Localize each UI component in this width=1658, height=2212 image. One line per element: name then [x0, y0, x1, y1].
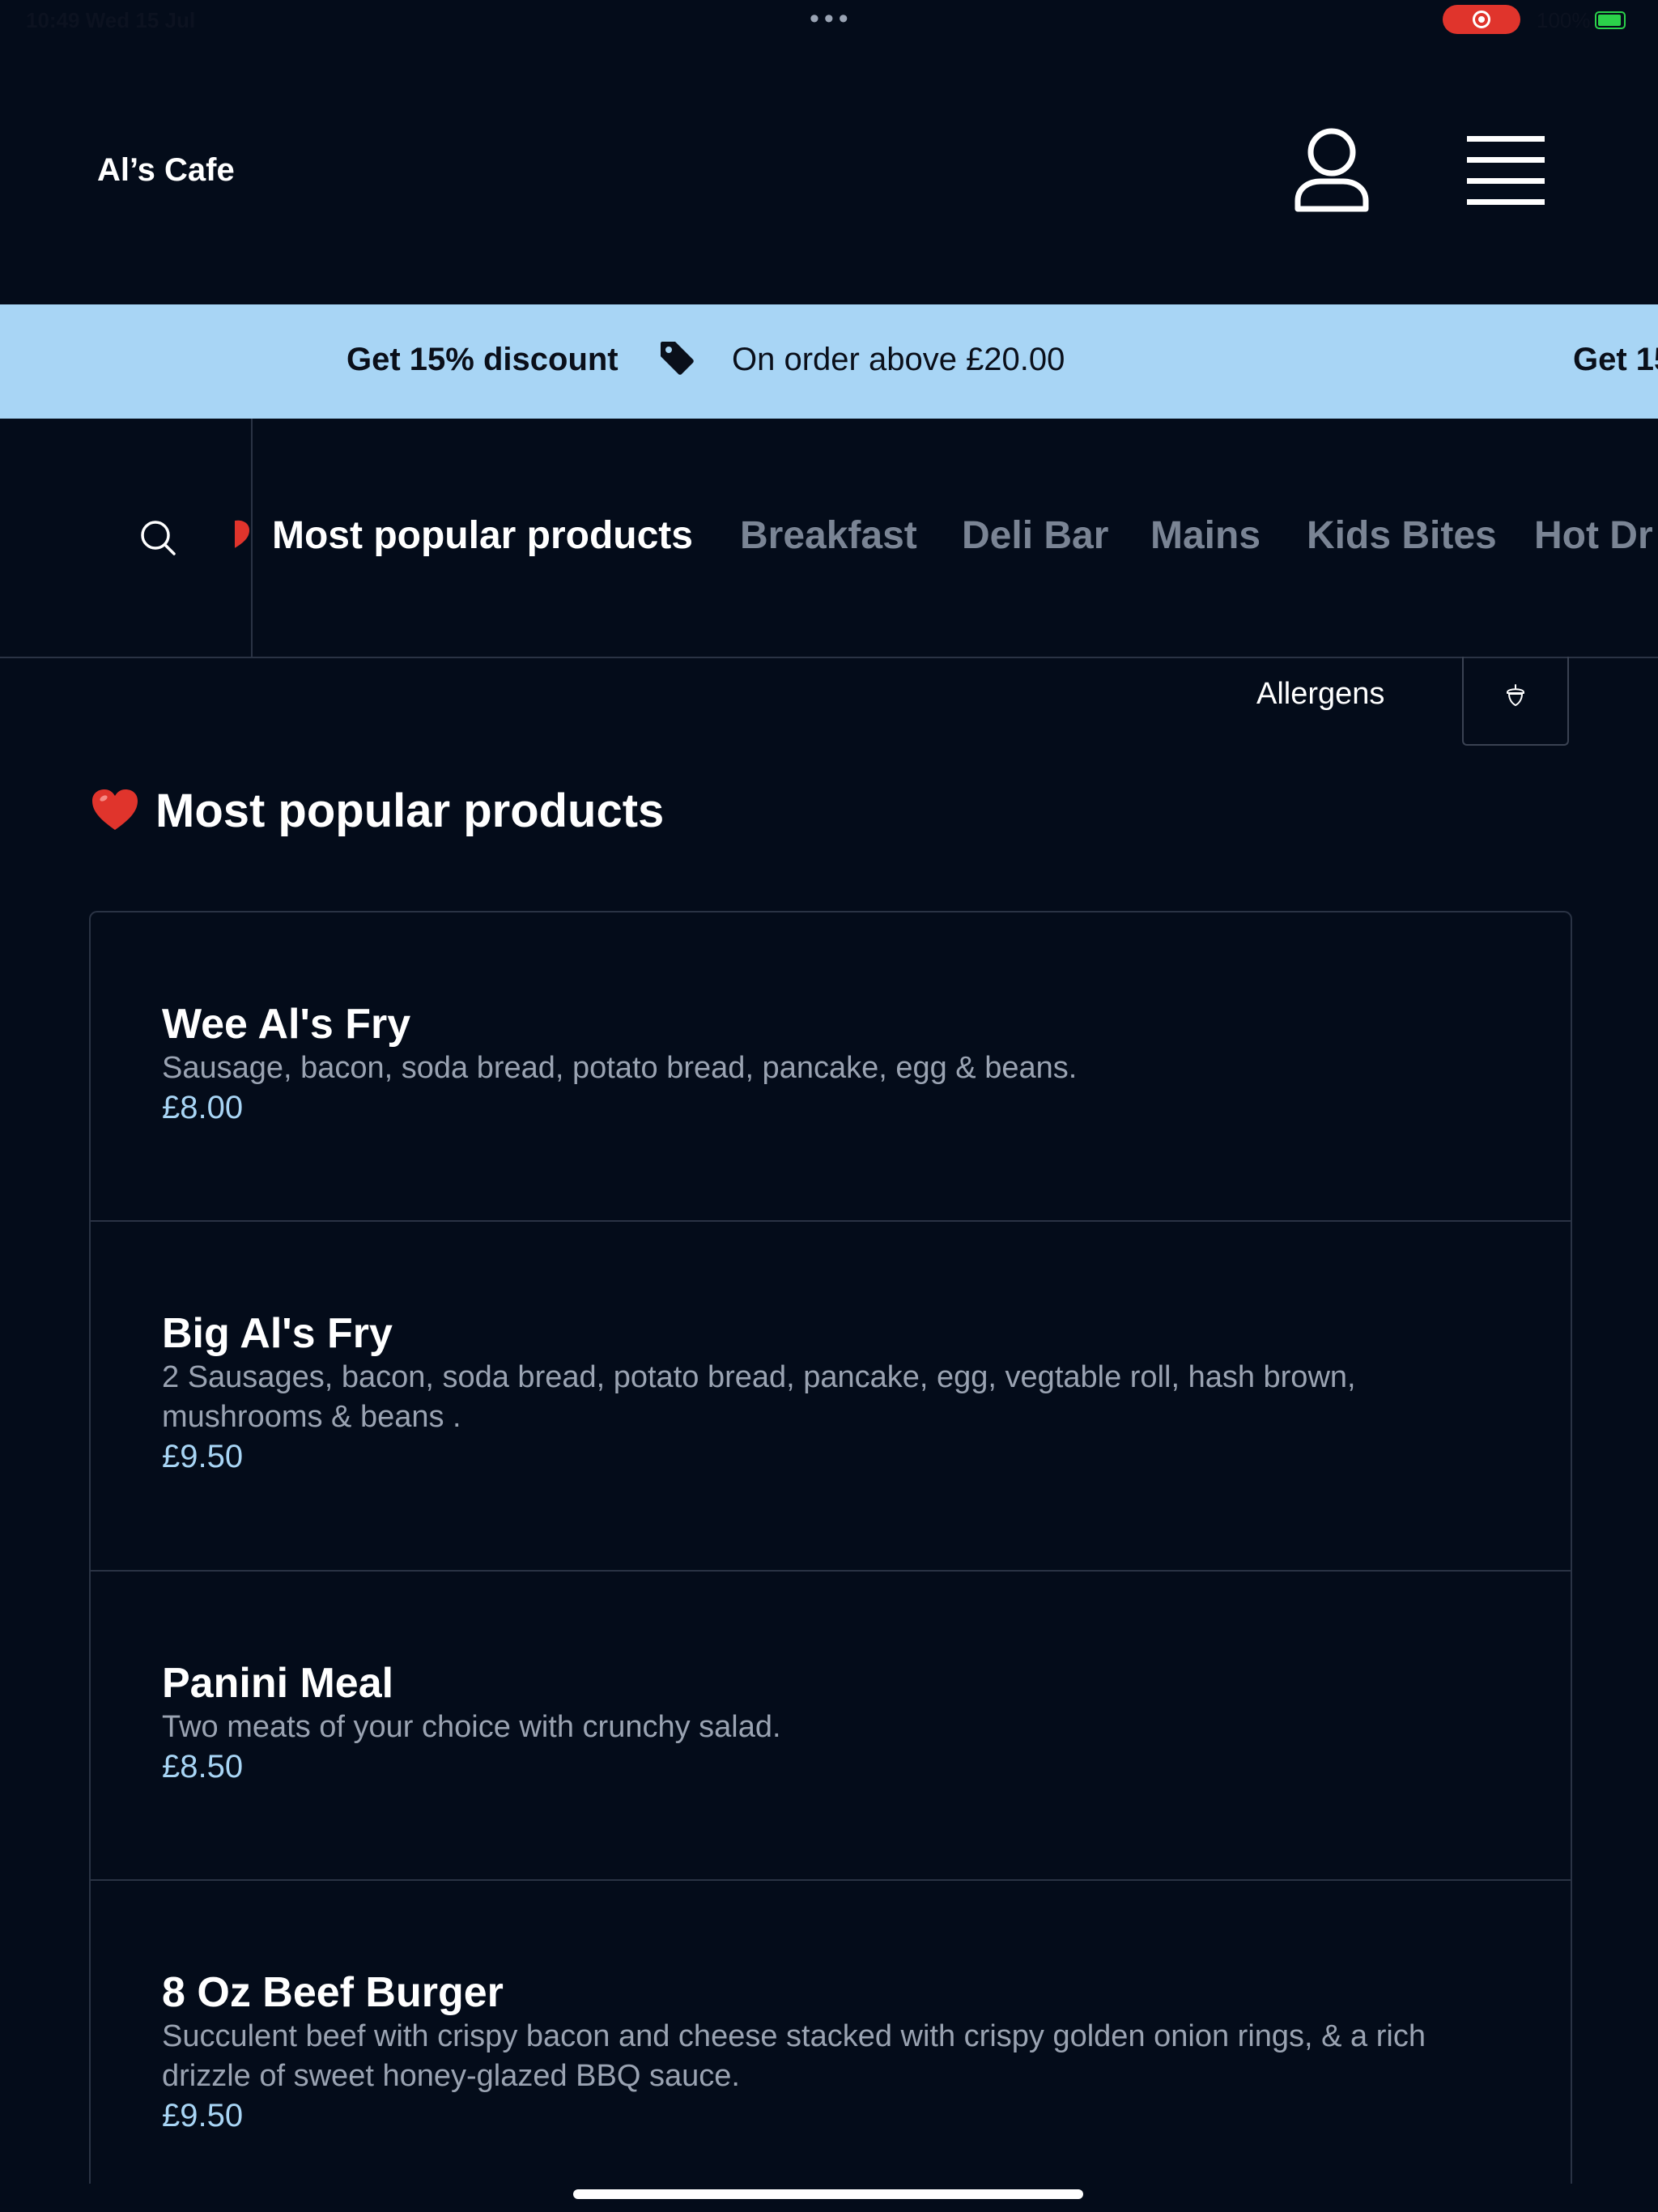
menu-button[interactable]	[1465, 134, 1546, 207]
user-icon	[1295, 128, 1369, 212]
product-description: Two meats of your choice with crunchy sa…	[162, 1710, 781, 1744]
app-header: Al’s Cafe	[0, 39, 1658, 304]
promo-title: Get 15% discount	[346, 342, 619, 377]
product-price: £9.50	[162, 2098, 244, 2133]
status-time: 10:49 Wed 15 Jul	[26, 8, 196, 32]
product-name: 8 Oz Beef Burger	[162, 1969, 504, 2016]
account-button[interactable]	[1291, 126, 1372, 215]
product-description: 2 Sausages, bacon, soda bread, potato br…	[162, 1360, 1356, 1434]
battery-icon	[1595, 11, 1626, 29]
allergens-button[interactable]	[1462, 657, 1569, 746]
search-button[interactable]	[0, 419, 253, 657]
product-list: Wee Al's Fry Sausage, bacon, soda bread,…	[89, 911, 1572, 2184]
home-indicator[interactable]	[573, 2189, 1083, 2199]
brand-name[interactable]: Al’s Cafe	[97, 152, 235, 189]
product-price: £9.50	[162, 1439, 244, 1474]
multitasking-dots-icon[interactable]: •••	[810, 5, 853, 32]
product-name: Big Al's Fry	[162, 1310, 393, 1357]
section-title-text: Most popular products	[155, 785, 665, 837]
product-name: Wee Al's Fry	[162, 1001, 411, 1048]
promo-title-repeat: Get 15	[1573, 342, 1658, 377]
promo-banner: Get 15% discount On order above £20.00 G…	[0, 304, 1658, 419]
tab-breakfast[interactable]: Breakfast	[740, 513, 917, 558]
status-bar: 10:49 Wed 15 Jul ••• 100%	[0, 0, 1658, 39]
category-nav: Most popular products Breakfast Deli Bar…	[0, 419, 1658, 658]
heart-icon	[92, 789, 138, 830]
product-description: Sausage, bacon, soda bread, potato bread…	[162, 1051, 1078, 1085]
heart-icon	[235, 520, 249, 548]
tab-deli-bar[interactable]: Deli Bar	[962, 513, 1108, 558]
hamburger-menu-icon	[1467, 136, 1545, 205]
promo-text: On order above £20.00	[732, 342, 1065, 377]
section-title: Most popular products	[91, 784, 664, 838]
tab-hot-drinks[interactable]: Hot Dr	[1534, 513, 1653, 558]
product-card[interactable]: 8 Oz Beef Burger Succulent beef with cri…	[91, 1881, 1571, 2184]
product-card[interactable]: Panini Meal Two meats of your choice wit…	[91, 1572, 1571, 1881]
search-icon	[141, 521, 176, 555]
price-tag-icon	[661, 342, 694, 375]
tab-kids-bites[interactable]: Kids Bites	[1307, 513, 1497, 558]
screen-recording-icon[interactable]	[1443, 5, 1520, 34]
acorn-icon	[1507, 684, 1524, 706]
product-card[interactable]: Big Al's Fry 2 Sausages, bacon, soda bre…	[91, 1222, 1571, 1572]
tab-mains[interactable]: Mains	[1150, 513, 1261, 558]
product-name: Panini Meal	[162, 1660, 394, 1707]
tab-most-popular-products[interactable]: Most popular products	[272, 513, 693, 558]
battery-percentage: 100%	[1537, 8, 1591, 32]
product-description: Succulent beef with crispy bacon and che…	[162, 2019, 1426, 2093]
allergens-label[interactable]: Allergens	[1256, 677, 1384, 712]
product-price: £8.50	[162, 1749, 244, 1784]
product-card[interactable]: Wee Al's Fry Sausage, bacon, soda bread,…	[91, 912, 1571, 1222]
product-price: £8.00	[162, 1090, 244, 1125]
